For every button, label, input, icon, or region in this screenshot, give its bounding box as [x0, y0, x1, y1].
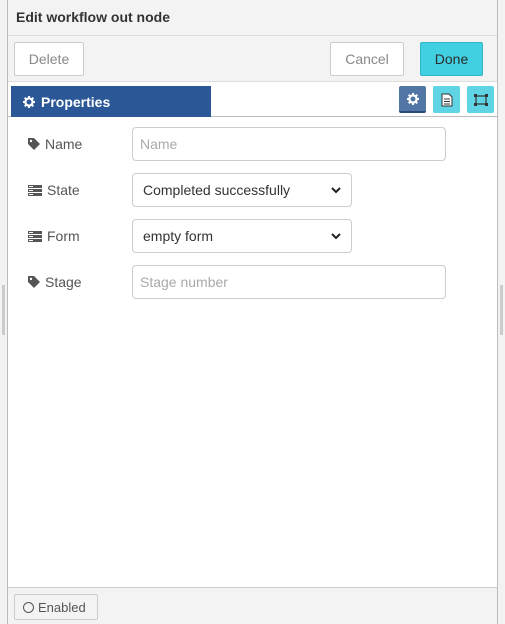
stage-input[interactable] [132, 265, 446, 299]
state-selected-value: Completed successfully [143, 182, 291, 198]
form-select[interactable]: empty form [132, 219, 352, 253]
gear-icon [406, 92, 419, 105]
form-label-wrap: Form [28, 219, 80, 253]
tab-bar: Properties [8, 82, 497, 117]
name-label: Name [45, 136, 83, 152]
list-icon [28, 184, 42, 196]
chevron-down-icon [331, 232, 341, 239]
state-select[interactable]: Completed successfully [132, 173, 352, 207]
form-selected-value: empty form [143, 228, 214, 244]
tab-properties-label: Properties [41, 93, 111, 110]
name-input[interactable] [132, 127, 446, 161]
description-tab-button[interactable] [433, 86, 460, 113]
appearance-tab-button[interactable] [467, 86, 494, 113]
delete-button[interactable]: Delete [14, 42, 84, 76]
done-button[interactable]: Done [420, 42, 483, 76]
state-row: State Completed successfully [8, 173, 497, 207]
description-icon [441, 93, 452, 106]
properties-form: Name State Completed successfully [8, 117, 497, 586]
stage-label: Stage [45, 274, 82, 290]
state-label: State [47, 182, 80, 198]
stage-row: Stage [8, 265, 497, 299]
form-row: Form empty form [8, 219, 497, 253]
list-icon [28, 230, 42, 242]
gear-icon [23, 95, 35, 108]
chevron-down-icon [331, 186, 341, 193]
form-label: Form [47, 228, 80, 244]
tab-properties[interactable]: Properties [11, 86, 211, 117]
circle-icon [23, 601, 34, 613]
left-resize-grip[interactable] [2, 285, 5, 335]
enabled-label: Enabled [38, 599, 86, 615]
edit-node-tray: Edit workflow out node Delete Cancel Don… [7, 0, 498, 624]
name-label-wrap: Name [28, 127, 82, 161]
tag-icon [28, 138, 40, 150]
tray-header: Edit workflow out node [8, 0, 497, 36]
enabled-toggle-button[interactable]: Enabled [14, 594, 98, 620]
tray-toolbar: Delete Cancel Done [8, 36, 497, 82]
cancel-button[interactable]: Cancel [330, 42, 404, 76]
tray-title: Edit workflow out node [16, 9, 170, 25]
name-row: Name [8, 127, 497, 161]
appearance-icon [473, 93, 488, 106]
tag-icon [28, 276, 40, 288]
state-label-wrap: State [28, 173, 80, 207]
settings-tab-button[interactable] [399, 86, 426, 113]
tray-footer: Enabled [8, 587, 497, 624]
right-resize-grip[interactable] [500, 285, 503, 335]
stage-label-wrap: Stage [28, 265, 82, 299]
